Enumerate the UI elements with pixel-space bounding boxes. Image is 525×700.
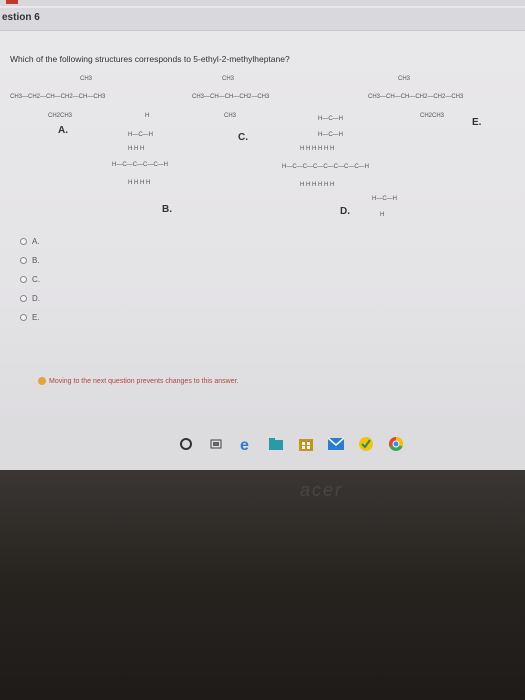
- structure-b-label: B.: [162, 204, 172, 215]
- radio-b[interactable]: [20, 257, 27, 264]
- structure-d-row3: H—C—C—C—C—C—C—C—H: [282, 164, 369, 170]
- top-bar: [0, 0, 525, 6]
- browser-screen: estion 6 Which of the following structur…: [0, 0, 525, 470]
- store-icon[interactable]: [298, 436, 314, 452]
- chrome-icon[interactable]: [388, 436, 404, 452]
- structure-c-main: CH3—CH—CH—CH2—CH3: [192, 94, 270, 100]
- taskbar-icons: e: [178, 436, 404, 452]
- structure-d-row4: H H H H H H: [300, 182, 335, 188]
- radio-c[interactable]: [20, 276, 27, 283]
- option-e-label: E.: [32, 313, 40, 322]
- structure-b-row3: H—C—C—C—C—H: [112, 162, 168, 168]
- tab-indicator: [6, 0, 18, 4]
- warning-icon: [38, 377, 46, 385]
- option-b-label: B.: [32, 256, 40, 265]
- structure-c-h: H: [145, 113, 150, 119]
- brand-logo: acer: [300, 480, 344, 500]
- structure-a-main: CH3—CH2—CH—CH2—CH—CH3: [10, 94, 106, 100]
- question-prompt: Which of the following structures corres…: [10, 54, 290, 64]
- structure-d-row6: H: [380, 212, 385, 218]
- structure-d-row2: H H H H H H: [300, 146, 335, 152]
- structure-a-bottom: CH2CH3: [48, 113, 73, 119]
- structure-a-label: A.: [58, 125, 68, 136]
- svg-text:e: e: [240, 437, 249, 452]
- option-a-label: A.: [32, 237, 40, 246]
- norton-icon[interactable]: [358, 436, 374, 452]
- answer-options: A. B. C. D. E.: [20, 232, 40, 327]
- option-b[interactable]: B.: [20, 251, 40, 270]
- structure-d-row1: H—C—H: [318, 132, 343, 138]
- structure-b-row4: H H H H: [128, 180, 151, 186]
- edge-icon[interactable]: e: [238, 436, 254, 452]
- option-c-label: C.: [32, 275, 40, 284]
- explorer-icon[interactable]: [268, 436, 284, 452]
- task-view-icon[interactable]: [208, 436, 224, 452]
- structure-e-label: E.: [472, 117, 482, 128]
- structure-d-row0: H—C—H: [318, 116, 343, 122]
- radio-a[interactable]: [20, 238, 27, 245]
- warning-text: Moving to the next question prevents cha…: [49, 377, 239, 385]
- laptop-bezel: [0, 470, 525, 700]
- option-d[interactable]: D.: [20, 289, 40, 308]
- question-header: estion 6: [0, 8, 525, 31]
- structure-c-bottom: CH3: [224, 113, 237, 119]
- structure-e-top: CH3: [398, 76, 411, 82]
- option-d-label: D.: [32, 294, 40, 303]
- option-e[interactable]: E.: [20, 308, 40, 327]
- structure-d-row5: H—C—H: [372, 196, 397, 202]
- radio-e[interactable]: [20, 314, 27, 321]
- option-a[interactable]: A.: [20, 232, 40, 251]
- option-c[interactable]: C.: [20, 270, 40, 289]
- structure-e-bottom: CH2CH3: [420, 113, 445, 119]
- structure-b-row1: H—C—H: [128, 132, 153, 138]
- question-title: estion 6: [2, 12, 40, 23]
- structure-b-row2: H H H: [128, 146, 145, 152]
- structure-c-top: CH3: [222, 76, 235, 82]
- structure-d-label: D.: [340, 206, 350, 217]
- structure-a-top: CH3: [80, 76, 93, 82]
- structure-e-main: CH3—CH—CH—CH2—CH2—CH3: [368, 94, 464, 100]
- navigation-warning: Moving to the next question prevents cha…: [38, 377, 239, 385]
- mail-icon[interactable]: [328, 436, 344, 452]
- structure-c-label: C.: [238, 132, 248, 143]
- radio-d[interactable]: [20, 295, 27, 302]
- cortana-icon[interactable]: [178, 436, 194, 452]
